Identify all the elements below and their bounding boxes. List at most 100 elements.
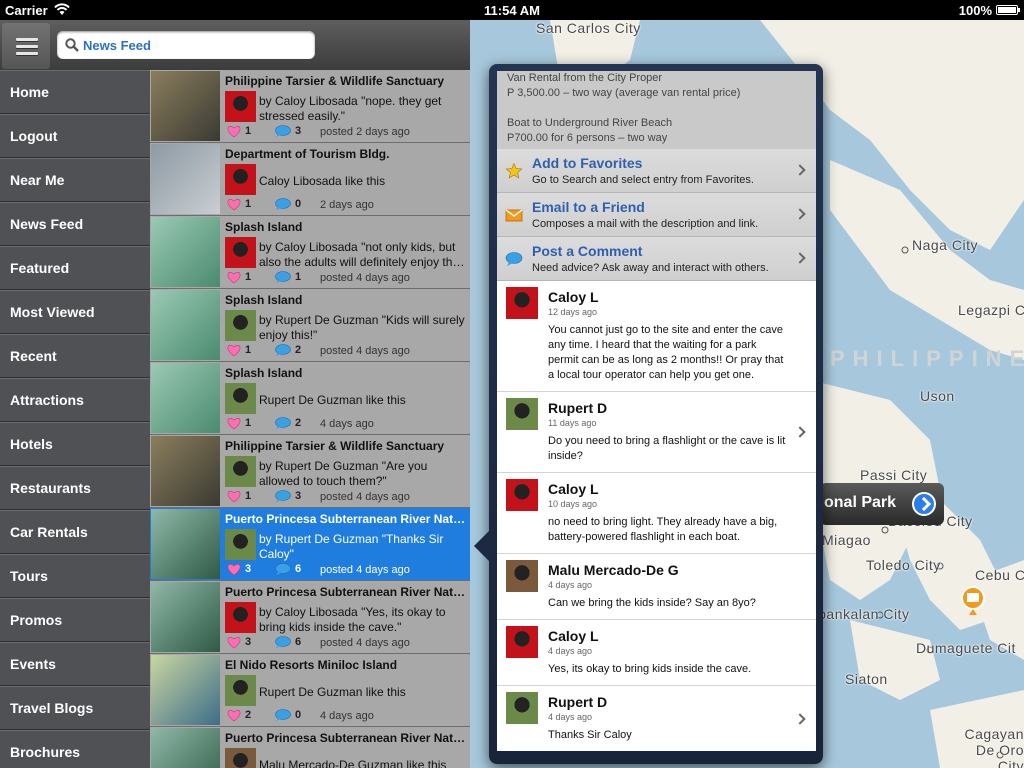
heart-icon[interactable] — [226, 709, 242, 722]
heart-icon[interactable] — [226, 271, 242, 284]
sidebar-item-most-viewed[interactable]: Most Viewed — [0, 290, 150, 334]
battery-percent: 100% — [958, 3, 992, 18]
menu-button[interactable] — [2, 23, 50, 69]
feed-item-text: by Caloy Libosada "not only kids, but al… — [259, 240, 465, 269]
map-callout[interactable]: onal Park — [820, 483, 944, 525]
heart-icon[interactable] — [226, 417, 242, 430]
sidebar-item-near-me[interactable]: Near Me — [0, 158, 150, 202]
battery-icon — [996, 5, 1020, 15]
comment-text: Yes, its okay to bring kids inside the c… — [548, 663, 752, 675]
heart-icon[interactable] — [226, 125, 242, 138]
comment-text: Do you need to bring a flashlight or the… — [548, 435, 786, 462]
feed-item-thumbnail — [151, 728, 220, 768]
map-label: Siaton — [845, 671, 888, 687]
speech-bubble-icon[interactable] — [275, 709, 291, 721]
speech-bubble-icon[interactable] — [275, 417, 291, 429]
sidebar-item-home[interactable]: Home — [0, 70, 150, 114]
add-to-favorites-button[interactable]: Add to Favorites Go to Search and select… — [497, 149, 816, 193]
sidebar-item-tours[interactable]: Tours — [0, 554, 150, 598]
heart-icon[interactable] — [226, 198, 242, 211]
feed-item-title: Department of Tourism Bldg. — [225, 147, 390, 161]
avatar — [506, 626, 538, 658]
heart-icon[interactable] — [226, 490, 242, 503]
comment-item[interactable]: Rupert D 4 days ago Thanks Sir Caloy — [497, 686, 816, 751]
comment-date: 4 days ago — [548, 646, 593, 656]
menu-icon — [16, 52, 38, 55]
search-input[interactable]: News Feed — [57, 31, 315, 59]
sidebar-item-restaurants[interactable]: Restaurants — [0, 466, 150, 510]
feed-item[interactable]: Puerto Princesa Subterranean River Nat… … — [150, 727, 470, 768]
feed-item-thumbnail — [151, 290, 220, 360]
sidebar-item-car-rentals[interactable]: Car Rentals — [0, 510, 150, 554]
heart-icon[interactable] — [226, 563, 242, 576]
comment-item[interactable]: Rupert D 11 days ago Do you need to brin… — [497, 392, 816, 473]
speech-bubble-icon[interactable] — [275, 636, 291, 648]
heart-icon[interactable] — [226, 344, 242, 357]
feed-item[interactable]: Splash Island by Caloy Libosada "not onl… — [150, 216, 470, 289]
speech-bubble-icon[interactable] — [275, 563, 291, 575]
avatar — [225, 383, 256, 414]
sidebar-item-hotels[interactable]: Hotels — [0, 422, 150, 466]
feed-item[interactable]: Puerto Princesa Subterranean River Nat… … — [150, 508, 470, 581]
sidebar-item-logout[interactable]: Logout — [0, 114, 150, 158]
like-count: 1 — [245, 417, 252, 429]
sidebar-item-attractions[interactable]: Attractions — [0, 378, 150, 422]
info-line — [507, 101, 806, 116]
news-feed-list[interactable]: Philippine Tarsier & Wildlife Sanctuary … — [150, 70, 470, 768]
feed-item-title: Puerto Princesa Subterranean River Nat… — [225, 731, 466, 745]
feed-item[interactable]: Philippine Tarsier & Wildlife Sanctuary … — [150, 435, 470, 508]
comment-date: 4 days ago — [548, 580, 593, 590]
feed-item-title: Splash Island — [225, 220, 303, 234]
like-count: 3 — [245, 563, 252, 575]
chevron-right-icon — [794, 712, 806, 725]
feed-item-text: by Rupert De Guzman "Are you allowed to … — [259, 459, 428, 488]
chevron-right-icon — [794, 164, 806, 176]
posted-time: 2 days ago — [320, 199, 374, 211]
map-pin-icon[interactable] — [960, 586, 986, 616]
feed-item-text: by Caloy Libosada "nope. they get stress… — [259, 94, 442, 123]
speech-bubble-icon[interactable] — [275, 344, 291, 356]
feed-item-title: Splash Island — [225, 366, 303, 380]
callout-disclosure-button[interactable] — [912, 492, 936, 516]
feed-item[interactable]: El Nido Resorts Miniloc Island Rupert De… — [150, 654, 470, 727]
speech-bubble-icon[interactable] — [275, 125, 291, 137]
chevron-right-icon — [794, 252, 806, 264]
avatar — [506, 398, 538, 430]
sidebar: Home Logout Near Me News Feed Featured M… — [0, 70, 150, 768]
feed-item-text: Rupert De Guzman like this — [259, 393, 406, 407]
speech-bubble-icon[interactable] — [275, 490, 291, 502]
action-title: Email to a Friend — [532, 199, 645, 215]
status-bar: Carrier 11:54 AM 100% — [0, 0, 1024, 20]
comment-author: Caloy L — [548, 289, 599, 305]
sidebar-item-brochures[interactable]: Brochures — [0, 730, 150, 768]
feed-item[interactable]: Department of Tourism Bldg. Caloy Libosa… — [150, 143, 470, 216]
popover-content[interactable]: Van Rental from the City Proper P 3,500.… — [497, 71, 816, 751]
feed-item[interactable]: Splash Island by Rupert De Guzman "Kids … — [150, 289, 470, 362]
sidebar-item-travel-blogs[interactable]: Travel Blogs — [0, 686, 150, 730]
comment-item: Caloy L 12 days ago You cannot just go t… — [497, 281, 816, 392]
post-comment-button[interactable]: Post a Comment Need advice? Ask away and… — [497, 237, 816, 281]
speech-bubble-icon[interactable] — [275, 271, 291, 283]
comment-author: Rupert D — [548, 694, 608, 710]
feed-item[interactable]: Puerto Princesa Subterranean River Nat… … — [150, 581, 470, 654]
avatar — [506, 287, 538, 319]
feed-item-thumbnail — [151, 217, 220, 287]
sidebar-item-featured[interactable]: Featured — [0, 246, 150, 290]
comments-list: Caloy L 12 days ago You cannot just go t… — [497, 281, 816, 751]
rental-info: Van Rental from the City Proper P 3,500.… — [497, 71, 816, 149]
heart-icon[interactable] — [226, 636, 242, 649]
email-to-friend-button[interactable]: Email to a Friend Composes a mail with t… — [497, 193, 816, 237]
avatar — [225, 456, 256, 487]
comment-count: 2 — [295, 344, 302, 356]
comment-item: Malu Mercado-De G 4 days ago Can we brin… — [497, 554, 816, 620]
sidebar-item-recent[interactable]: Recent — [0, 334, 150, 378]
sidebar-item-events[interactable]: Events — [0, 642, 150, 686]
speech-bubble-icon[interactable] — [275, 198, 291, 210]
feed-item[interactable]: Philippine Tarsier & Wildlife Sanctuary … — [150, 70, 470, 143]
feed-item[interactable]: Splash Island Rupert De Guzman like this… — [150, 362, 470, 435]
sidebar-item-promos[interactable]: Promos — [0, 598, 150, 642]
info-line: Boat to Underground River Beach — [507, 117, 673, 129]
feed-item-text: by Rupert De Guzman "Kids will surely en… — [259, 313, 465, 342]
comment-text: no need to bring light. They already hav… — [548, 516, 778, 543]
sidebar-item-news-feed[interactable]: News Feed — [0, 202, 150, 246]
